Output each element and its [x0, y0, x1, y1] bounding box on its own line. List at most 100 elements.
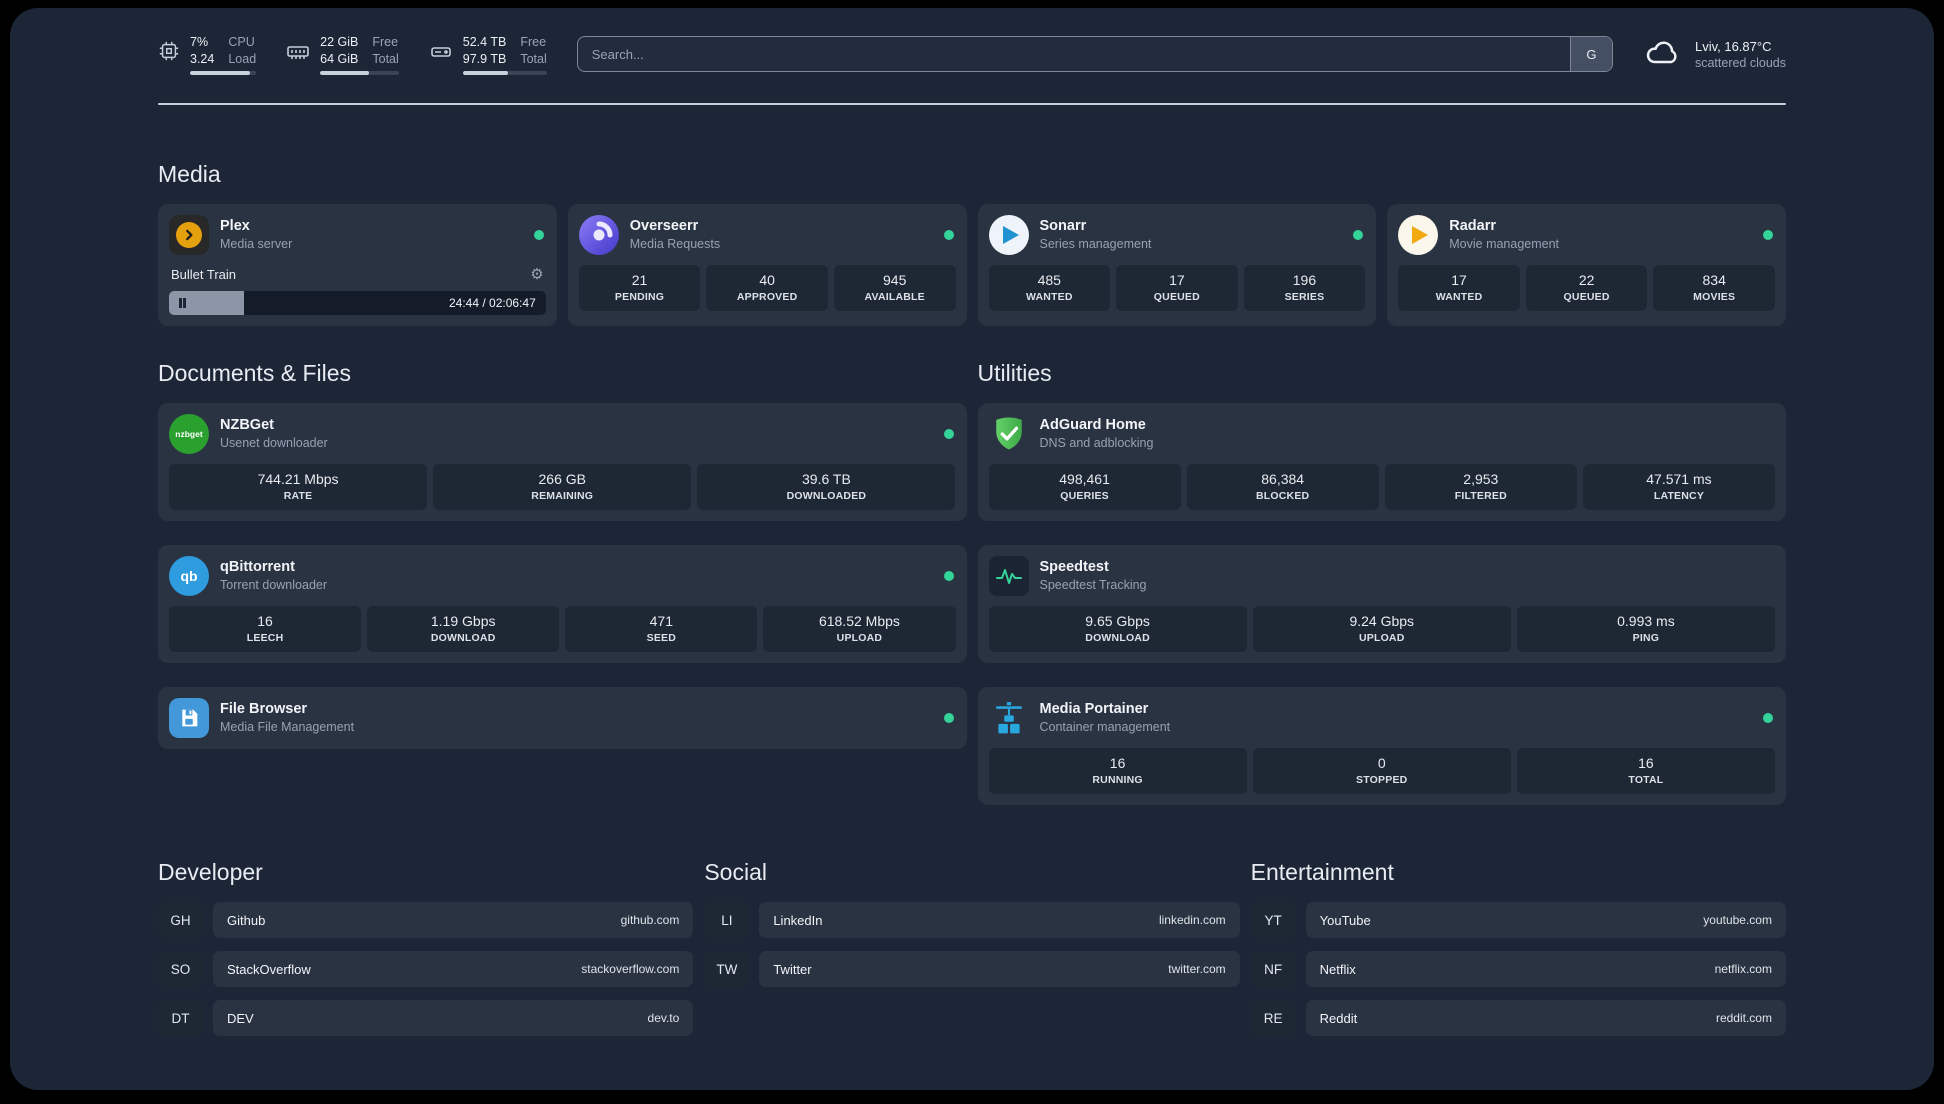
cpu-load-label: Load	[228, 52, 257, 66]
qbittorrent-icon: qb	[169, 556, 209, 596]
now-playing-progress[interactable]: 24:44 / 02:06:47	[169, 291, 546, 315]
service-card-sonarr[interactable]: Sonarr Series management 485 WANTED 17 Q…	[977, 204, 1377, 326]
service-name: Media Portainer	[1039, 701, 1149, 717]
bookmark-name: Twitter	[773, 961, 812, 977]
disk-free-label: Free	[520, 35, 547, 49]
service-card-qbittorrent[interactable]: qb qBittorrent Torrent downloader 16 LEE…	[158, 545, 967, 663]
status-indicator	[943, 230, 954, 240]
gear-icon[interactable]: ⚙	[530, 267, 543, 282]
bookmarks-developer: Developer GH Github github.com SO StackO…	[158, 859, 694, 1036]
weather-location: Lviv, 16.87°C	[1694, 39, 1772, 54]
status-indicator	[943, 713, 954, 723]
bookmarks-social: Social LI LinkedIn linkedin.com TW Twitt…	[704, 859, 1240, 1036]
bookmark-abbr: TW	[704, 951, 750, 987]
service-subtitle: DNS and adblocking	[1039, 436, 1154, 450]
bookmark-abbr: RE	[1250, 1000, 1296, 1036]
bookmark-stackoverflow[interactable]: SO StackOverflow stackoverflow.com	[158, 951, 694, 987]
service-card-radarr[interactable]: Radarr Movie management 17 WANTED 22 QUE…	[1387, 204, 1786, 326]
status-indicator	[1763, 713, 1773, 723]
bookmark-abbr: DT	[158, 1000, 203, 1036]
status-indicator	[1763, 230, 1773, 240]
disk-progress-track	[462, 71, 547, 75]
dashboard-content: 7% 3.24 CPU Load 22 GiB 64 GiB Free Tota…	[158, 8, 1786, 1036]
stat-wanted: 17 WANTED	[1398, 265, 1520, 311]
stat-queued: 17 QUEUED	[1116, 265, 1238, 311]
service-subtitle: Media File Management	[220, 720, 355, 734]
bookmark-youtube[interactable]: YT YouTube youtube.com	[1250, 902, 1786, 938]
bookmark-github[interactable]: GH Github github.com	[158, 902, 694, 938]
service-card-nzbget[interactable]: nzbget NZBGet Usenet downloader 744.21 M…	[158, 403, 967, 521]
bookmark-reddit[interactable]: RE Reddit reddit.com	[1250, 1000, 1786, 1036]
service-card-overseerr[interactable]: Overseerr Media Requests 21 PENDING 40 A…	[567, 204, 967, 326]
stat-stopped: 0 STOPPED	[1252, 748, 1511, 794]
stat-blocked: 86,384 BLOCKED	[1186, 464, 1379, 510]
stat-queries: 498,461 QUERIES	[988, 464, 1181, 510]
service-subtitle: Series management	[1039, 237, 1152, 251]
service-name: Plex	[220, 218, 250, 234]
bookmark-linkedin[interactable]: LI LinkedIn linkedin.com	[704, 902, 1240, 938]
bookmark-netflix[interactable]: NF Netflix netflix.com	[1250, 951, 1786, 987]
cpu-icon	[158, 40, 180, 67]
weather-widget: Lviv, 16.87°C scattered clouds	[1643, 36, 1786, 73]
memory-free-label: Free	[372, 35, 399, 49]
service-subtitle: Speedtest Tracking	[1039, 578, 1147, 592]
bookmark-abbr: NF	[1250, 951, 1296, 987]
service-card-portainer[interactable]: Media Portainer Container management 16 …	[977, 687, 1786, 805]
stat-upload: 618.52 Mbps UPLOAD	[763, 606, 956, 652]
bookmark-abbr: YT	[1250, 902, 1296, 938]
service-name: Overseerr	[629, 218, 699, 234]
disk-total-value: 97.9 TB	[462, 52, 507, 66]
dashboard-panel: 7% 3.24 CPU Load 22 GiB 64 GiB Free Tota…	[10, 8, 1934, 1090]
sonarr-icon	[988, 215, 1029, 255]
cpu-widget: 7% 3.24 CPU Load	[158, 34, 257, 75]
bookmark-abbr: LI	[704, 902, 750, 938]
memory-body: 22 GiB 64 GiB Free Total	[320, 34, 399, 75]
cpu-body: 7% 3.24 CPU Load	[190, 34, 257, 75]
cpu-progress-fill	[190, 71, 250, 75]
cpu-load-value: 3.24	[190, 52, 215, 66]
service-card-plex[interactable]: Plex Media server Bullet Train ⚙ 24:44 /…	[158, 204, 557, 326]
bookmark-abbr: GH	[158, 902, 203, 938]
service-card-speedtest[interactable]: Speedtest Speedtest Tracking 9.65 Gbps D…	[977, 545, 1786, 663]
section-title-utilities: Utilities	[977, 360, 1052, 386]
disk-body: 52.4 TB 97.9 TB Free Total	[462, 34, 547, 75]
memory-total-value: 64 GiB	[320, 52, 359, 66]
stat-seed: 471 SEED	[565, 606, 758, 652]
bookmark-dev[interactable]: DT DEV dev.to	[158, 1000, 694, 1036]
stat-movies: 834 MOVIES	[1653, 265, 1775, 311]
stat-ping: 0.993 ms PING	[1516, 606, 1775, 652]
memory-free-value: 22 GiB	[320, 35, 359, 49]
stat-queued: 22 QUEUED	[1525, 265, 1648, 311]
disk-free-value: 52.4 TB	[462, 35, 507, 49]
search-engine-button[interactable]: G	[1569, 37, 1612, 71]
stat-rate: 744.21 Mbps RATE	[169, 464, 428, 510]
filebrowser-icon	[169, 698, 209, 738]
bookmark-name: Reddit	[1319, 1010, 1358, 1026]
stat-approved: 40 APPROVED	[706, 265, 828, 311]
service-subtitle: Usenet downloader	[220, 436, 328, 450]
memory-widget: 22 GiB 64 GiB Free Total	[286, 34, 399, 75]
bookmark-twitter[interactable]: TW Twitter twitter.com	[704, 951, 1240, 987]
service-name: Speedtest	[1039, 559, 1109, 575]
stat-total: 16 TOTAL	[1516, 748, 1775, 794]
bookmark-url: github.com	[620, 913, 680, 927]
service-name: AdGuard Home	[1039, 417, 1146, 433]
stat-downloaded: 39.6 TB DOWNLOADED	[697, 464, 956, 510]
bookmark-url: twitter.com	[1168, 962, 1226, 976]
bookmark-url: dev.to	[647, 1011, 680, 1025]
disk-total-label: Total	[520, 52, 547, 66]
memory-total-label: Total	[372, 52, 399, 66]
service-card-filebrowser[interactable]: File Browser Media File Management	[158, 687, 967, 749]
bookmark-abbr: SO	[158, 951, 203, 987]
portainer-icon	[989, 698, 1029, 738]
bookmark-name: Github	[227, 912, 266, 928]
stat-wanted: 485 WANTED	[988, 265, 1111, 311]
pause-icon[interactable]	[179, 298, 186, 308]
bookmark-name: DEV	[227, 1010, 254, 1026]
memory-progress-track	[320, 71, 399, 75]
service-subtitle: Container management	[1039, 720, 1171, 734]
service-card-adguard[interactable]: AdGuard Home DNS and adblocking 498,461 …	[977, 403, 1786, 521]
search-input[interactable]	[577, 37, 1570, 71]
status-indicator	[1353, 230, 1364, 240]
bookmarks-entertainment: Entertainment YT YouTube youtube.com NF …	[1250, 859, 1786, 1036]
